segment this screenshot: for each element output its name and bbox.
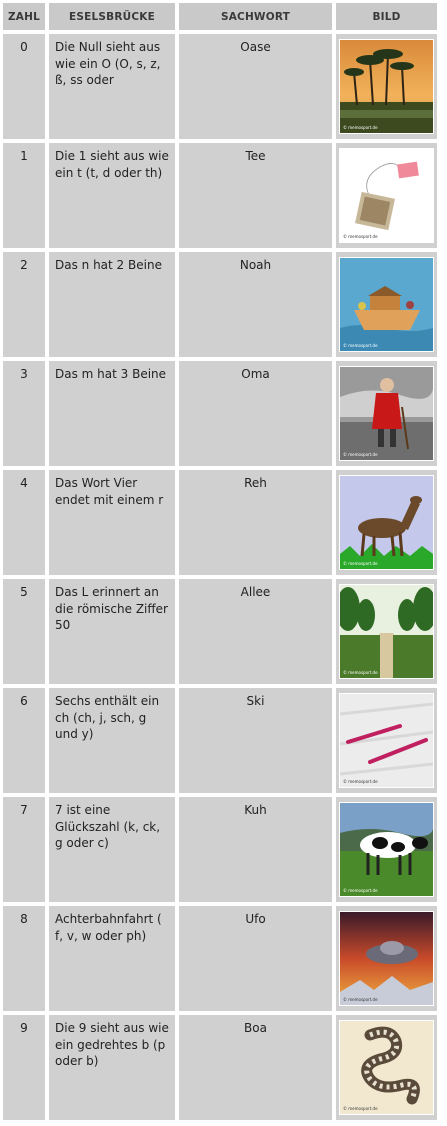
row-mnemonic: Achterbahnfahrt ( f, v, w oder ph) [49, 906, 175, 1011]
row-mnemonic: Das n hat 2 Beine [49, 252, 175, 357]
row-word: Tee [179, 143, 332, 248]
table-row: 1 Die 1 sieht aus wie ein t (t, d oder t… [3, 143, 437, 248]
oasis-palms-image: © memosport.de [339, 39, 434, 134]
svg-text:© memosport.de: © memosport.de [343, 343, 378, 348]
table-row: 4 Das Wort Vier endet mit einem r Reh © … [3, 470, 437, 575]
row-mnemonic: Sechs enthält ein ch (ch, j, sch, g und … [49, 688, 175, 793]
row-number: 7 [3, 797, 45, 902]
svg-text:© memosport.de: © memosport.de [343, 1106, 378, 1111]
header-word: SACHWORT [179, 3, 332, 30]
svg-text:© memosport.de: © memosport.de [343, 888, 378, 893]
table-row: 0 Die Null sieht aus wie ein O (O, s, z,… [3, 34, 437, 139]
table-row: 2 Das n hat 2 Beine Noah © memosport.de [3, 252, 437, 357]
cow-image: © memosport.de [339, 802, 434, 897]
row-word: Reh [179, 470, 332, 575]
row-word: Kuh [179, 797, 332, 902]
row-mnemonic: Die 9 sieht aus wie ein gedrehtes b (p o… [49, 1015, 175, 1120]
row-word: Ski [179, 688, 332, 793]
row-mnemonic: Das m hat 3 Beine [49, 361, 175, 466]
header-row: ZAHL ESELSBRÜCKE SACHWORT BILD [3, 3, 437, 30]
boa-snake-image: © memosport.de [339, 1020, 434, 1115]
svg-text:© memosport.de: © memosport.de [343, 997, 378, 1002]
row-number: 6 [3, 688, 45, 793]
header-image: BILD [336, 3, 437, 30]
row-word: Boa [179, 1015, 332, 1120]
row-number: 2 [3, 252, 45, 357]
row-mnemonic: Das L erinnert an die römische Ziffer 50 [49, 579, 175, 684]
header-number: ZAHL [3, 3, 45, 30]
row-number: 5 [3, 579, 45, 684]
row-number: 8 [3, 906, 45, 1011]
row-word: Allee [179, 579, 332, 684]
row-number: 3 [3, 361, 45, 466]
row-number: 9 [3, 1015, 45, 1120]
row-mnemonic: Das Wort Vier endet mit einem r [49, 470, 175, 575]
row-number: 1 [3, 143, 45, 248]
row-mnemonic: 7 ist eine Glückszahl (k, ck, g oder c) [49, 797, 175, 902]
row-word: Oma [179, 361, 332, 466]
teabag-image: © memosport.de [339, 148, 434, 243]
skis-image: © memosport.de [339, 693, 434, 788]
mnemonic-table-page: ZAHL ESELSBRÜCKE SACHWORT BILD 0 Die Nul… [0, 0, 447, 1126]
grandma-walking-image: © memosport.de [339, 366, 434, 461]
svg-text:© memosport.de: © memosport.de [343, 779, 378, 784]
row-number: 4 [3, 470, 45, 575]
table-row: 3 Das m hat 3 Beine Oma © memosport.de [3, 361, 437, 466]
deer-image: © memosport.de [339, 475, 434, 570]
row-mnemonic: Die Null sieht aus wie ein O (O, s, z, ß… [49, 34, 175, 139]
table-row: 5 Das L erinnert an die römische Ziffer … [3, 579, 437, 684]
table-row: 7 7 ist eine Glückszahl (k, ck, g oder c… [3, 797, 437, 902]
row-mnemonic: Die 1 sieht aus wie ein t (t, d oder th) [49, 143, 175, 248]
svg-text:© memosport.de: © memosport.de [343, 234, 378, 239]
header-mnemonic: ESELSBRÜCKE [49, 3, 175, 30]
row-word: Oase [179, 34, 332, 139]
table-row: 6 Sechs enthält ein ch (ch, j, sch, g un… [3, 688, 437, 793]
svg-text:© memosport.de: © memosport.de [343, 670, 378, 675]
row-word: Ufo [179, 906, 332, 1011]
svg-text:© memosport.de: © memosport.de [343, 125, 378, 130]
tree-avenue-image: © memosport.de [339, 584, 434, 679]
table-row: 8 Achterbahnfahrt ( f, v, w oder ph) Ufo… [3, 906, 437, 1011]
svg-text:© memosport.de: © memosport.de [343, 452, 378, 457]
ufo-image: © memosport.de [339, 911, 434, 1006]
major-system-table: ZAHL ESELSBRÜCKE SACHWORT BILD 0 Die Nul… [0, 0, 441, 1124]
table-row: 9 Die 9 sieht aus wie ein gedrehtes b (p… [3, 1015, 437, 1120]
svg-text:© memosport.de: © memosport.de [343, 561, 378, 566]
row-number: 0 [3, 34, 45, 139]
noahs-ark-image: © memosport.de [339, 257, 434, 352]
row-word: Noah [179, 252, 332, 357]
